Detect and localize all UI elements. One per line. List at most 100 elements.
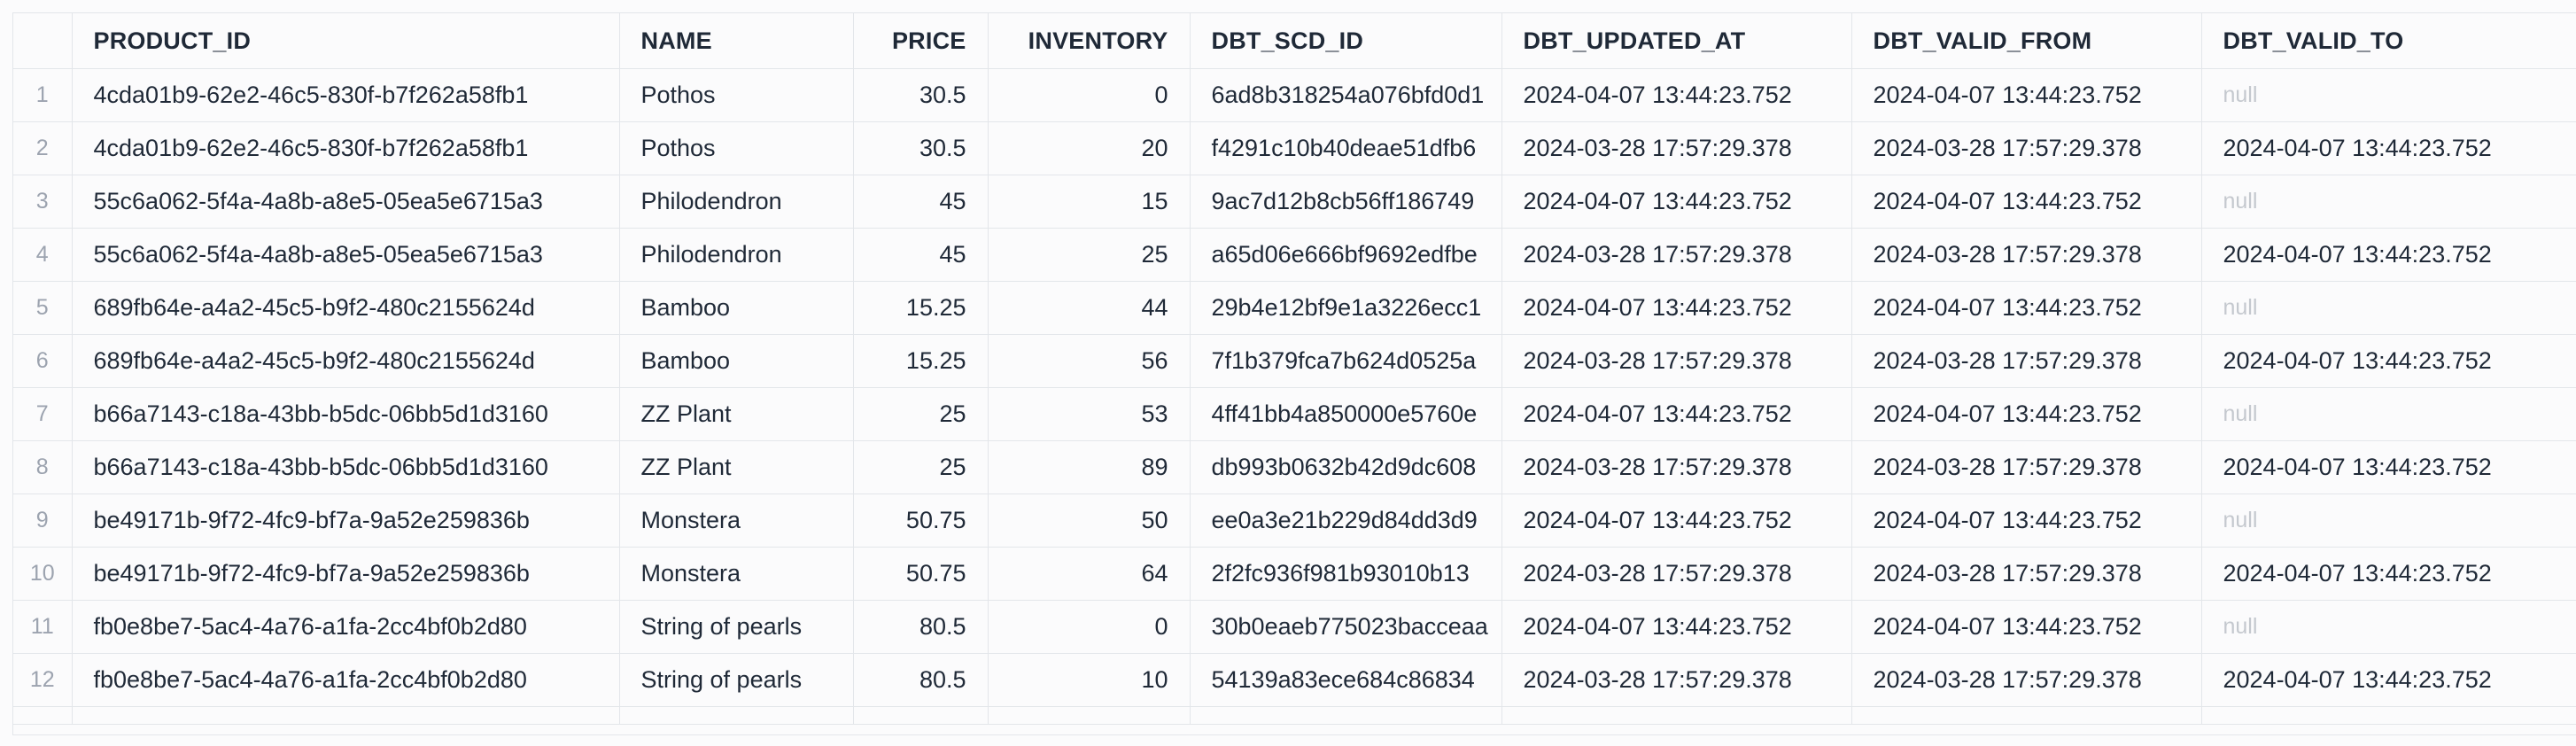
- cell-inventory[interactable]: 50: [988, 493, 1191, 548]
- cell-price[interactable]: 50.75: [853, 547, 989, 601]
- cell-price[interactable]: 30.5: [853, 121, 989, 175]
- cell-dbt-updated-at[interactable]: 2024-03-28 17:57:29.378: [1501, 228, 1852, 282]
- cell-price[interactable]: 15.25: [853, 334, 989, 388]
- cell-inventory[interactable]: 25: [988, 228, 1191, 282]
- table-row[interactable]: 1 4cda01b9-62e2-46c5-830f-b7f262a58fb1 Pot…: [13, 68, 2576, 122]
- cell-dbt-updated-at[interactable]: 2024-03-28 17:57:29.378: [1501, 547, 1852, 601]
- cell-price[interactable]: 50.75: [853, 493, 989, 548]
- cell-inventory[interactable]: 0: [988, 600, 1191, 654]
- cell-dbt-valid-to[interactable]: 2024-04-07 13:44:23.752: [2201, 440, 2576, 494]
- cell-dbt-scd-id[interactable]: 6ad8b318254a076bfd0d1: [1190, 68, 1502, 122]
- cell-dbt-valid-from[interactable]: 2024-04-07 13:44:23.752: [1851, 68, 2202, 122]
- cell-inventory[interactable]: 44: [988, 281, 1191, 335]
- cell-dbt-valid-to[interactable]: null: [2201, 68, 2576, 122]
- cell-price[interactable]: 30.5: [853, 68, 989, 122]
- cell-dbt-valid-to[interactable]: null: [2201, 600, 2576, 654]
- cell-name[interactable]: Philodendron: [619, 228, 854, 282]
- column-header-inventory[interactable]: INVENTORY: [988, 13, 1191, 69]
- cell-dbt-valid-from[interactable]: 2024-04-07 13:44:23.752: [1851, 600, 2202, 654]
- cell-dbt-valid-to[interactable]: 2024-04-07 13:44:23.752: [2201, 121, 2576, 175]
- cell-product-id[interactable]: 4cda01b9-62e2-46c5-830f-b7f262a58fb1: [72, 121, 620, 175]
- cell-price[interactable]: 25: [853, 387, 989, 441]
- cell-dbt-scd-id[interactable]: 7f1b379fca7b624d0525a: [1190, 334, 1502, 388]
- cell-dbt-updated-at[interactable]: 2024-04-07 13:44:23.752: [1501, 175, 1852, 229]
- cell-dbt-updated-at[interactable]: 2024-04-07 13:44:23.752: [1501, 387, 1852, 441]
- cell-name[interactable]: ZZ Plant: [619, 440, 854, 494]
- cell-inventory[interactable]: 10: [988, 653, 1191, 707]
- cell-name[interactable]: Philodendron: [619, 175, 854, 229]
- table-row[interactable]: 11 fb0e8be7-5ac4-4a76-a1fa-2cc4bf0b2d80 St…: [13, 600, 2576, 654]
- cell-name[interactable]: Pothos: [619, 68, 854, 122]
- cell-dbt-scd-id[interactable]: 4ff41bb4a850000e5760e: [1190, 387, 1502, 441]
- cell-dbt-scd-id[interactable]: db993b0632b42d9dc608: [1190, 440, 1502, 494]
- table-row[interactable]: 7 b66a7143-c18a-43bb-b5dc-06bb5d1d3160 ZZ …: [13, 387, 2576, 441]
- cell-dbt-updated-at[interactable]: 2024-04-07 13:44:23.752: [1501, 493, 1852, 548]
- cell-name[interactable]: Bamboo: [619, 281, 854, 335]
- table-row[interactable]: 4 55c6a062-5f4a-4a8b-a8e5-05ea5e6715a3 Phi…: [13, 228, 2576, 282]
- cell-dbt-valid-to[interactable]: null: [2201, 493, 2576, 548]
- cell-name[interactable]: String of pearls: [619, 600, 854, 654]
- cell-price[interactable]: 25: [853, 440, 989, 494]
- table-row[interactable]: 12 fb0e8be7-5ac4-4a76-a1fa-2cc4bf0b2d80 St…: [13, 653, 2576, 707]
- cell-product-id[interactable]: fb0e8be7-5ac4-4a76-a1fa-2cc4bf0b2d80: [72, 653, 620, 707]
- column-header-name[interactable]: NAME: [619, 13, 854, 69]
- table-row[interactable]: 6 689fb64e-a4a2-45c5-b9f2-480c2155624d Bam…: [13, 334, 2576, 388]
- cell-dbt-valid-from[interactable]: 2024-03-28 17:57:29.378: [1851, 653, 2202, 707]
- cell-dbt-valid-to[interactable]: 2024-04-07 13:44:23.752: [2201, 228, 2576, 282]
- cell-dbt-valid-to[interactable]: 2024-04-07 13:44:23.752: [2201, 547, 2576, 601]
- column-header-price[interactable]: PRICE: [853, 13, 989, 69]
- cell-dbt-valid-from[interactable]: 2024-03-28 17:57:29.378: [1851, 121, 2202, 175]
- cell-dbt-scd-id[interactable]: 2f2fc936f981b93010b13: [1190, 547, 1502, 601]
- cell-dbt-updated-at[interactable]: 2024-04-07 13:44:23.752: [1501, 68, 1852, 122]
- cell-product-id[interactable]: b66a7143-c18a-43bb-b5dc-06bb5d1d3160: [72, 387, 620, 441]
- cell-inventory[interactable]: 64: [988, 547, 1191, 601]
- cell-price[interactable]: 80.5: [853, 600, 989, 654]
- cell-dbt-scd-id[interactable]: 29b4e12bf9e1a3226ecc1: [1190, 281, 1502, 335]
- cell-name[interactable]: String of pearls: [619, 653, 854, 707]
- column-header-dbt-updated-at[interactable]: DBT_UPDATED_AT: [1501, 13, 1852, 69]
- cell-dbt-valid-from[interactable]: 2024-03-28 17:57:29.378: [1851, 440, 2202, 494]
- cell-dbt-valid-from[interactable]: 2024-04-07 13:44:23.752: [1851, 493, 2202, 548]
- column-header-product-id[interactable]: PRODUCT_ID: [72, 13, 620, 69]
- cell-dbt-valid-from[interactable]: 2024-03-28 17:57:29.378: [1851, 228, 2202, 282]
- cell-dbt-updated-at[interactable]: 2024-03-28 17:57:29.378: [1501, 121, 1852, 175]
- cell-dbt-updated-at[interactable]: 2024-03-28 17:57:29.378: [1501, 334, 1852, 388]
- cell-dbt-valid-to[interactable]: 2024-04-07 13:44:23.752: [2201, 334, 2576, 388]
- cell-dbt-updated-at[interactable]: 2024-03-28 17:57:29.378: [1501, 440, 1852, 494]
- cell-name[interactable]: Monstera: [619, 493, 854, 548]
- cell-inventory[interactable]: 53: [988, 387, 1191, 441]
- table-row[interactable]: 3 55c6a062-5f4a-4a8b-a8e5-05ea5e6715a3 Phi…: [13, 175, 2576, 229]
- cell-product-id[interactable]: be49171b-9f72-4fc9-bf7a-9a52e259836b: [72, 547, 620, 601]
- cell-name[interactable]: Monstera: [619, 547, 854, 601]
- cell-dbt-valid-from[interactable]: 2024-04-07 13:44:23.752: [1851, 175, 2202, 229]
- column-header-dbt-valid-to[interactable]: DBT_VALID_TO: [2201, 13, 2576, 69]
- cell-dbt-scd-id[interactable]: ee0a3e21b229d84dd3d9: [1190, 493, 1502, 548]
- cell-name[interactable]: ZZ Plant: [619, 387, 854, 441]
- cell-dbt-updated-at[interactable]: 2024-04-07 13:44:23.752: [1501, 600, 1852, 654]
- cell-product-id[interactable]: fb0e8be7-5ac4-4a76-a1fa-2cc4bf0b2d80: [72, 600, 620, 654]
- cell-dbt-valid-from[interactable]: 2024-03-28 17:57:29.378: [1851, 334, 2202, 388]
- cell-inventory[interactable]: 20: [988, 121, 1191, 175]
- results-grid[interactable]: PRODUCT_ID NAME PRICE INVENTORY DBT_SCD_…: [12, 12, 2576, 735]
- table-row[interactable]: 2 4cda01b9-62e2-46c5-830f-b7f262a58fb1 Pot…: [13, 121, 2576, 175]
- cell-dbt-valid-to[interactable]: null: [2201, 281, 2576, 335]
- column-header-dbt-valid-from[interactable]: DBT_VALID_FROM: [1851, 13, 2202, 69]
- cell-price[interactable]: 80.5: [853, 653, 989, 707]
- cell-product-id[interactable]: 689fb64e-a4a2-45c5-b9f2-480c2155624d: [72, 334, 620, 388]
- cell-dbt-updated-at[interactable]: 2024-03-28 17:57:29.378: [1501, 653, 1852, 707]
- column-header-dbt-scd-id[interactable]: DBT_SCD_ID: [1190, 13, 1502, 69]
- table-row[interactable]: 8 b66a7143-c18a-43bb-b5dc-06bb5d1d3160 ZZ …: [13, 440, 2576, 494]
- cell-dbt-valid-from[interactable]: 2024-04-07 13:44:23.752: [1851, 281, 2202, 335]
- cell-dbt-scd-id[interactable]: 9ac7d12b8cb56ff186749: [1190, 175, 1502, 229]
- cell-product-id[interactable]: be49171b-9f72-4fc9-bf7a-9a52e259836b: [72, 493, 620, 548]
- cell-product-id[interactable]: 689fb64e-a4a2-45c5-b9f2-480c2155624d: [72, 281, 620, 335]
- cell-dbt-scd-id[interactable]: f4291c10b40deae51dfb6: [1190, 121, 1502, 175]
- cell-name[interactable]: Bamboo: [619, 334, 854, 388]
- cell-dbt-valid-to[interactable]: null: [2201, 387, 2576, 441]
- cell-price[interactable]: 15.25: [853, 281, 989, 335]
- cell-dbt-valid-from[interactable]: 2024-03-28 17:57:29.378: [1851, 547, 2202, 601]
- cell-dbt-updated-at[interactable]: 2024-04-07 13:44:23.752: [1501, 281, 1852, 335]
- cell-inventory[interactable]: 56: [988, 334, 1191, 388]
- table-row[interactable]: 9 be49171b-9f72-4fc9-bf7a-9a52e259836b Mon…: [13, 493, 2576, 548]
- cell-dbt-valid-to[interactable]: null: [2201, 175, 2576, 229]
